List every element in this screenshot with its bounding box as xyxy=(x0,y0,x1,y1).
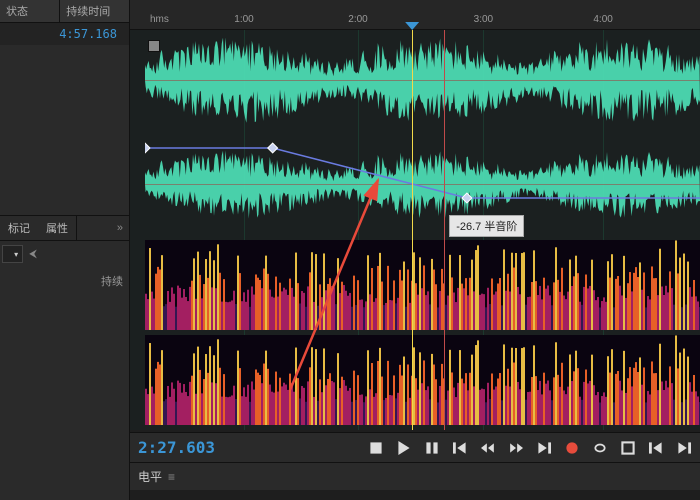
editor: hms 1:00 2:00 3:00 4:00 -26.7 xyxy=(130,0,700,500)
time-ruler[interactable]: hms 1:00 2:00 3:00 4:00 xyxy=(130,0,700,30)
stop-button[interactable] xyxy=(368,440,384,456)
go-end-button[interactable] xyxy=(536,440,552,456)
waveform-right[interactable] xyxy=(145,142,700,227)
pause-button[interactable] xyxy=(424,440,440,456)
tabs-row: 标记 属性 » xyxy=(0,215,129,241)
spectrogram-left[interactable] xyxy=(145,240,700,330)
filter-dropdown[interactable]: ▾ xyxy=(2,245,23,263)
go-start-button[interactable] xyxy=(452,440,468,456)
loop-button[interactable] xyxy=(592,440,608,456)
levels-menu-icon[interactable]: ≡ xyxy=(168,470,175,484)
transport-controls xyxy=(368,440,692,456)
spectrogram-right[interactable] xyxy=(145,335,700,425)
file-row[interactable]: 4:57.168 xyxy=(0,23,129,45)
sub-label: 持续 xyxy=(0,267,129,295)
header-status: 状态 xyxy=(0,0,60,22)
marker-line[interactable] xyxy=(444,30,445,430)
workspace[interactable]: -26.7 半音阶 xyxy=(130,30,700,430)
header-row: 状态 持续时间 xyxy=(0,0,129,23)
left-panel: 状态 持续时间 4:57.168 标记 属性 » ▾ ⮜ 持续 xyxy=(0,0,130,500)
forward-button[interactable] xyxy=(508,440,524,456)
play-button[interactable] xyxy=(396,440,412,456)
tab-markers[interactable]: 标记 xyxy=(0,216,38,240)
footer-bar: 电平 ≡ xyxy=(130,462,700,490)
envelope-tooltip: -26.7 半音阶 xyxy=(449,215,524,237)
prev-icon[interactable]: ⮜ xyxy=(29,248,37,261)
record-button[interactable] xyxy=(564,440,580,456)
playhead-line[interactable] xyxy=(412,30,413,430)
ruler-tick: 1:00 xyxy=(234,14,253,25)
ruler-tick: 2:00 xyxy=(348,14,367,25)
rewind-button[interactable] xyxy=(480,440,496,456)
playhead-handle[interactable] xyxy=(405,22,419,30)
mini-toolbar: ▾ ⮜ xyxy=(0,241,129,267)
current-time: 2:27.603 xyxy=(138,438,215,457)
ruler-unit: hms xyxy=(150,14,169,25)
waveform-left[interactable] xyxy=(145,38,700,123)
header-duration: 持续时间 xyxy=(60,0,129,22)
levels-label[interactable]: 电平 xyxy=(138,468,162,485)
file-duration: 4:57.168 xyxy=(59,27,123,41)
tab-properties[interactable]: 属性 xyxy=(38,216,77,240)
ruler-tick: 3:00 xyxy=(474,14,493,25)
prev-marker-button[interactable] xyxy=(648,440,664,456)
panel-menu-icon[interactable]: » xyxy=(111,218,129,238)
transport-bar: 2:27.603 xyxy=(130,432,700,462)
ruler-tick: 4:00 xyxy=(593,14,612,25)
next-marker-button[interactable] xyxy=(676,440,692,456)
skip-selection-button[interactable] xyxy=(620,440,636,456)
